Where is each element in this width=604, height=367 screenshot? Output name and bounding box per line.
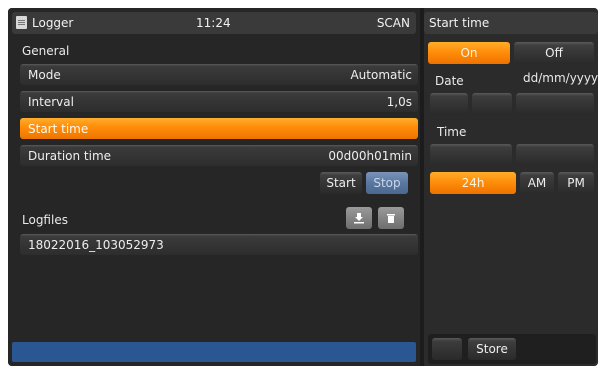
document-icon	[16, 16, 27, 29]
app-title: Logger	[32, 16, 74, 30]
logfile-name: 18022016_103052973	[28, 238, 164, 252]
pm-toggle[interactable]: PM	[558, 172, 594, 194]
date-format: dd/mm/yyyy	[523, 71, 598, 85]
on-toggle[interactable]: On	[428, 42, 510, 64]
date-label: Date	[435, 74, 464, 88]
stop-button[interactable]: Stop	[366, 172, 408, 194]
month-field[interactable]	[472, 93, 512, 115]
mode-indicator: SCAN	[376, 16, 410, 30]
duration-time-value: 00d00h01min	[328, 149, 412, 163]
off-toggle[interactable]: Off	[514, 42, 594, 64]
mode-label: Mode	[28, 68, 61, 82]
start-button[interactable]: Start	[320, 172, 362, 194]
delete-button[interactable]	[378, 207, 404, 229]
logfile-item[interactable]: 18022016_103052973	[20, 234, 418, 255]
am-toggle[interactable]: AM	[520, 172, 554, 194]
minute-field[interactable]	[516, 144, 594, 166]
store-button[interactable]: Store	[468, 338, 516, 360]
download-button[interactable]	[346, 207, 372, 229]
duration-time-label: Duration time	[28, 149, 112, 163]
duration-time-row[interactable]: Duration time 00d00h01min	[20, 145, 418, 166]
interval-label: Interval	[28, 95, 74, 109]
start-time-panel: Start time On Off Date dd/mm/yyyy Time 2…	[424, 8, 598, 366]
interval-value: 1,0s	[386, 95, 412, 109]
interval-row[interactable]: Interval 1,0s	[20, 91, 418, 112]
status-bar	[12, 342, 416, 362]
start-time-row[interactable]: Start time	[20, 118, 418, 139]
logfiles-section-label: Logfiles	[22, 213, 68, 227]
general-section-label: General	[22, 44, 70, 58]
day-field[interactable]	[430, 93, 468, 115]
panel-title: Start time	[429, 16, 490, 30]
mode-value: Automatic	[350, 68, 412, 82]
24h-toggle[interactable]: 24h	[430, 172, 516, 194]
title-bar: Logger 11:24 SCAN	[12, 12, 416, 34]
clock: 11:24	[196, 16, 231, 30]
year-field[interactable]	[516, 93, 594, 115]
footer-blank-button[interactable]	[432, 338, 462, 360]
logger-screen: Logger 11:24 SCAN General Mode Automatic…	[8, 8, 598, 366]
trash-icon	[387, 214, 395, 223]
start-time-label: Start time	[28, 122, 89, 136]
hour-field[interactable]	[430, 144, 512, 166]
logger-panel: Logger 11:24 SCAN General Mode Automatic…	[8, 8, 420, 366]
download-icon	[354, 213, 364, 224]
time-label: Time	[437, 125, 467, 139]
panel-header: Start time	[424, 12, 598, 34]
mode-row[interactable]: Mode Automatic	[20, 64, 418, 85]
